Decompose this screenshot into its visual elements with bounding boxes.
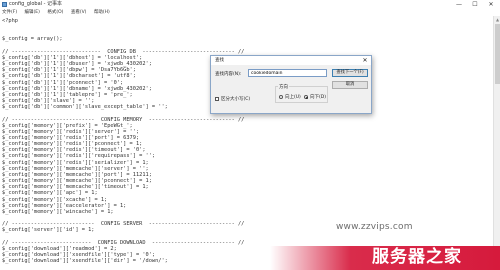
find-dialog-close-icon[interactable]: ✕ xyxy=(360,56,370,65)
direction-down-label: 向下(D) xyxy=(310,95,326,100)
watermark-logo-text: 服务器之家 xyxy=(372,247,462,267)
direction-up-radio[interactable] xyxy=(279,95,283,99)
close-window-button[interactable]: ✕ xyxy=(484,0,498,9)
find-dialog-title: 查找 xyxy=(215,58,224,63)
menu-file[interactable]: 文件(F) xyxy=(2,10,17,15)
maximize-button[interactable]: ☐ xyxy=(468,0,482,9)
scroll-up-arrow-icon[interactable]: ▲ xyxy=(494,16,500,23)
scrollbar-thumb[interactable] xyxy=(495,24,500,84)
find-dialog-body: 查找内容(N): 查找下一个(F) 取消 方向 向上(U) 向下(D) 区分大小… xyxy=(211,65,371,113)
find-next-button[interactable]: 查找下一个(F) xyxy=(332,69,368,77)
match-case-checkbox[interactable] xyxy=(215,97,219,101)
minimize-button[interactable]: — xyxy=(452,0,466,9)
window-title: config_global - 记事本 xyxy=(9,1,63,7)
direction-up-label: 向上(U) xyxy=(285,95,301,100)
direction-down-radio[interactable] xyxy=(304,95,308,99)
menu-format[interactable]: 格式(O) xyxy=(47,10,63,15)
direction-label: 方向 xyxy=(278,84,289,90)
window-title-bar: config_global - 记事本 xyxy=(0,0,500,9)
notepad-icon xyxy=(2,2,7,7)
watermark-url: www.zzvips.com xyxy=(336,222,413,232)
match-case-label: 区分大小写(C) xyxy=(221,97,251,102)
menu-edit[interactable]: 编辑(E) xyxy=(25,10,40,15)
vertical-scrollbar[interactable]: ▲ ▼ xyxy=(493,16,500,270)
menu-bar: 文件(F) 编辑(E) 格式(O) 查看(V) 帮助(H) xyxy=(0,9,500,16)
find-what-label: 查找内容(N): xyxy=(215,72,242,77)
cancel-button[interactable]: 取消 xyxy=(332,81,368,89)
menu-view[interactable]: 查看(V) xyxy=(71,10,87,15)
find-what-input[interactable] xyxy=(248,69,327,77)
menu-help[interactable]: 帮助(H) xyxy=(94,10,110,15)
find-dialog: 查找 ✕ 查找内容(N): 查找下一个(F) 取消 方向 向上(U) 向下(D)… xyxy=(210,55,372,114)
